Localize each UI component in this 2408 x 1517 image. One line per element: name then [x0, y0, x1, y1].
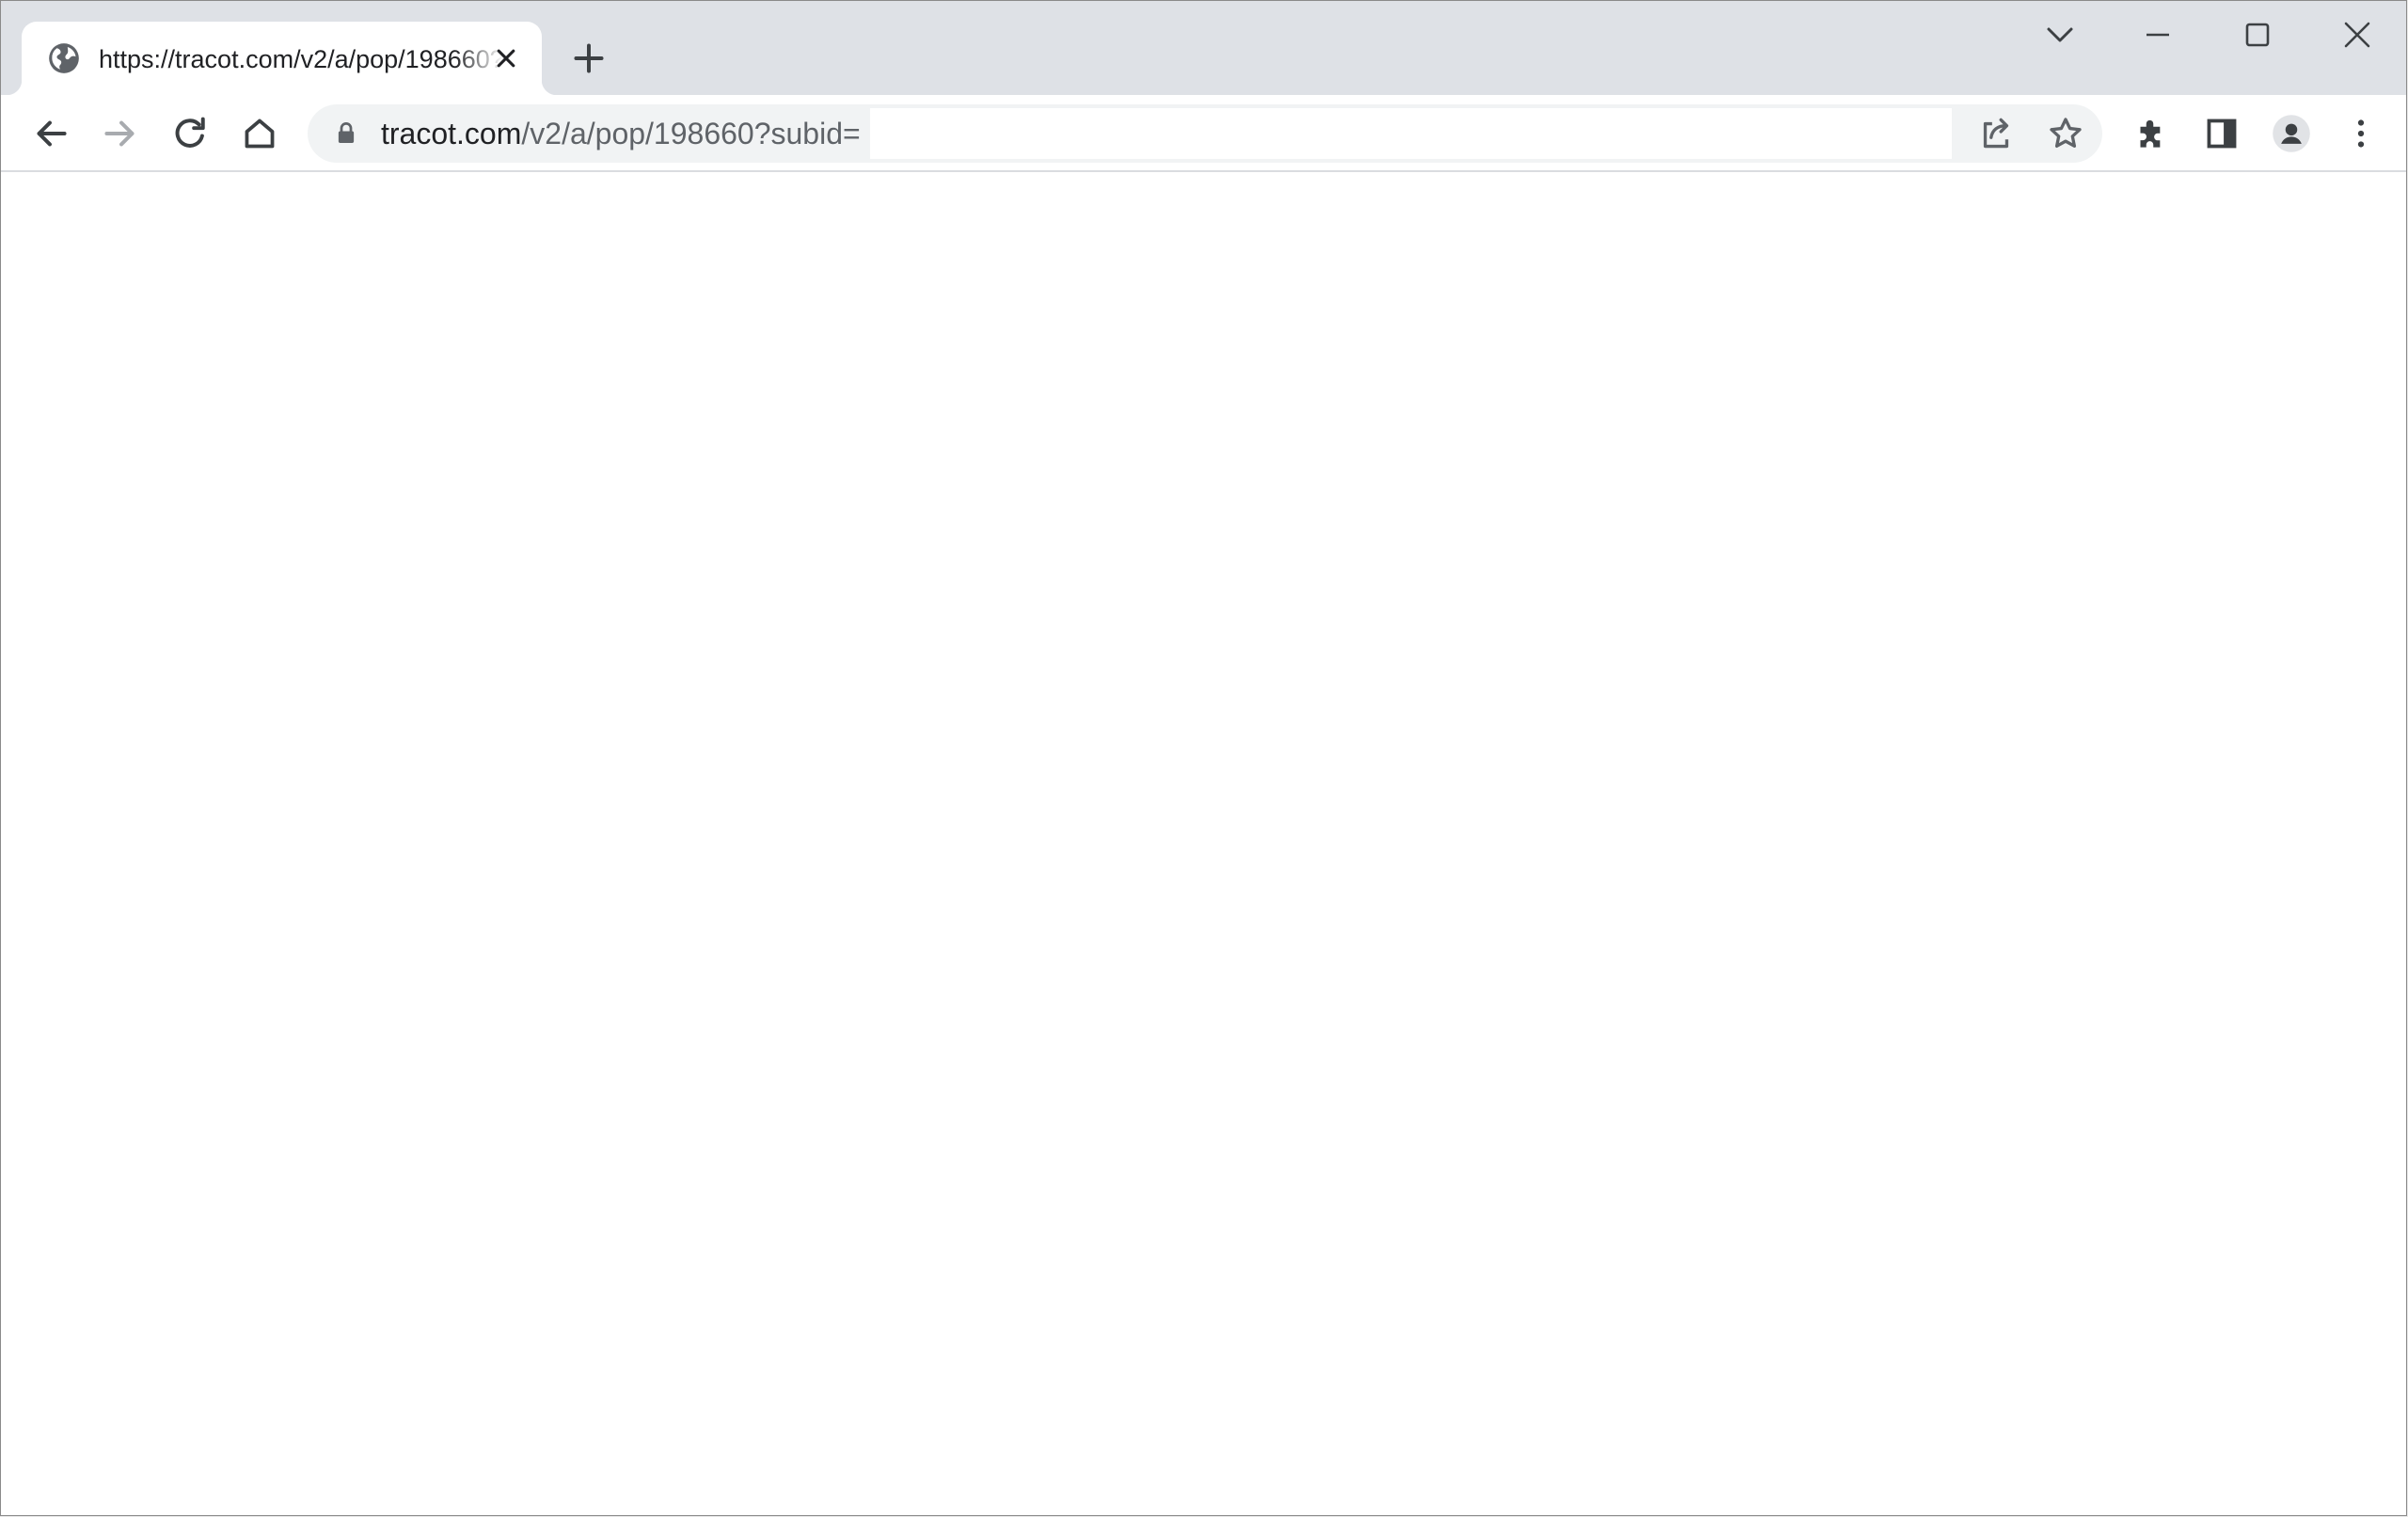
maximize-icon[interactable] — [2234, 14, 2281, 55]
close-icon[interactable] — [2334, 14, 2381, 55]
browser-toolbar: tracot.com/v2/a/pop/198660?subid= — [1, 95, 2406, 172]
profile-avatar-icon[interactable] — [2268, 110, 2315, 157]
lock-icon[interactable] — [332, 119, 360, 148]
url-path: /v2/a/pop/198660?subid= — [521, 117, 861, 150]
address-bar[interactable]: tracot.com/v2/a/pop/198660?subid= — [308, 104, 2102, 163]
home-icon[interactable] — [236, 110, 283, 157]
page-content — [1, 172, 2406, 1515]
back-arrow-icon[interactable] — [27, 110, 74, 157]
close-icon[interactable] — [490, 42, 522, 74]
share-icon[interactable] — [1972, 110, 2020, 157]
tab-search-icon[interactable] — [2036, 14, 2083, 55]
extensions-puzzle-icon[interactable] — [2129, 110, 2176, 157]
active-tab[interactable]: https://tracot.com/v2/a/pop/198660?subid… — [7, 22, 557, 95]
tab-title: https://tracot.com/v2/a/pop/198660?subid… — [99, 45, 503, 73]
side-panel-icon[interactable] — [2198, 110, 2245, 157]
globe-icon — [46, 40, 82, 76]
star-icon[interactable] — [2042, 110, 2089, 157]
minimize-icon[interactable] — [2134, 14, 2181, 55]
more-vert-icon[interactable] — [2337, 110, 2384, 157]
url-text[interactable]: tracot.com/v2/a/pop/198660?subid= — [381, 115, 861, 152]
url-domain: tracot.com — [381, 117, 522, 150]
browser-window: https://tracot.com/v2/a/pop/198660?subid… — [0, 0, 2407, 1516]
reload-icon[interactable] — [166, 110, 214, 157]
url-redaction-block — [870, 108, 1952, 159]
plus-icon[interactable] — [565, 35, 612, 82]
forward-arrow-icon[interactable] — [97, 110, 144, 157]
tab-strip: https://tracot.com/v2/a/pop/198660?subid… — [1, 1, 2406, 95]
